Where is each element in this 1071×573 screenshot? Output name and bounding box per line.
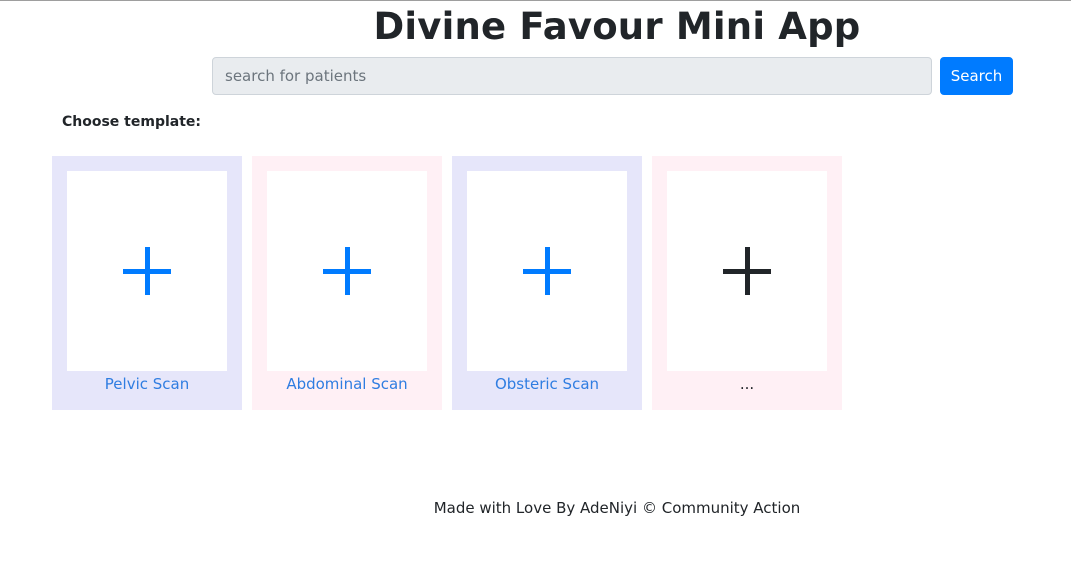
plus-icon (323, 247, 371, 295)
template-preview (467, 171, 627, 371)
template-card-obsteric-scan[interactable]: Obsteric Scan (452, 156, 642, 410)
template-link-obsteric-scan[interactable]: Obsteric Scan (467, 375, 627, 393)
template-link-pelvic-scan[interactable]: Pelvic Scan (67, 375, 227, 393)
top-border (0, 0, 1071, 1)
page-title: Divine Favour Mini App (373, 5, 861, 48)
template-link-abdominal-scan[interactable]: Abdominal Scan (267, 375, 427, 393)
search-input[interactable] (212, 57, 932, 95)
template-card-more[interactable]: ... (652, 156, 842, 410)
footer-text: Made with Love By AdeNiyi © Community Ac… (433, 499, 801, 517)
search-button[interactable]: Search (940, 57, 1013, 95)
plus-icon (723, 247, 771, 295)
template-preview (267, 171, 427, 371)
template-list: Pelvic Scan Abdominal Scan Obsteric Scan… (52, 156, 842, 410)
choose-template-label: Choose template: (62, 114, 202, 130)
template-label-more: ... (739, 375, 755, 393)
template-card-pelvic-scan[interactable]: Pelvic Scan (52, 156, 242, 410)
plus-icon (523, 247, 571, 295)
template-preview (67, 171, 227, 371)
plus-icon (123, 247, 171, 295)
template-preview (667, 171, 827, 371)
template-card-abdominal-scan[interactable]: Abdominal Scan (252, 156, 442, 410)
